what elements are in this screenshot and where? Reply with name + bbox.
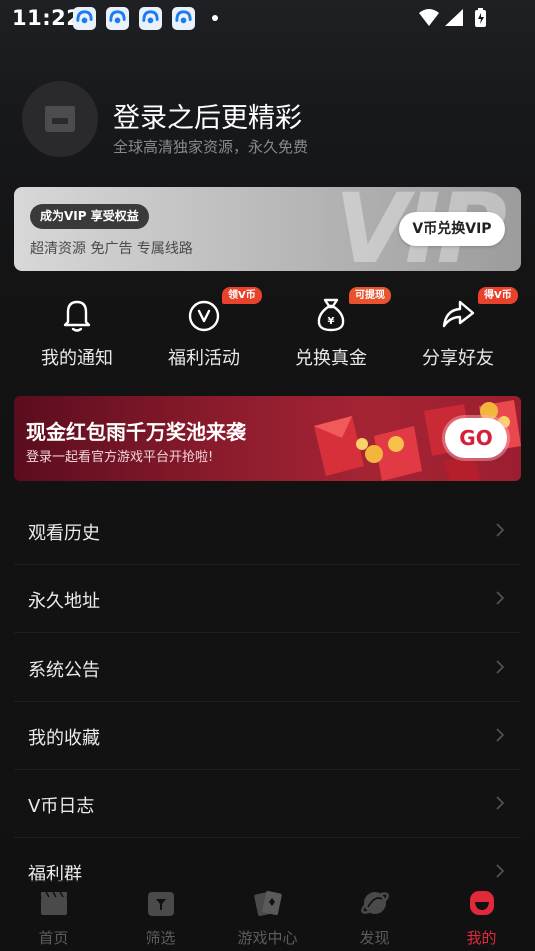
- more-notifications-dot: [212, 15, 218, 21]
- notification-app-icon: [73, 7, 96, 30]
- signal-icon: [445, 9, 463, 26]
- red-envelope-promo-banner[interactable]: 现金红包雨千万奖池来袭 登录一起看官方游戏平台开抢啦! GO: [14, 396, 521, 481]
- chevron-right-icon: [496, 864, 505, 878]
- promo-go-button[interactable]: GO: [445, 418, 507, 458]
- menu-item-label: 永久地址: [28, 591, 100, 612]
- menu-item-permanent-address[interactable]: 永久地址: [14, 565, 521, 633]
- tab-discover[interactable]: 发现: [321, 880, 428, 951]
- status-indicators: [417, 7, 497, 33]
- chevron-right-icon: [496, 728, 505, 742]
- v-coin-icon: [188, 300, 220, 332]
- chevron-right-icon: [496, 796, 505, 810]
- chevron-right-icon: [496, 591, 505, 605]
- promo-subtitle: 登录一起看官方游戏平台开抢啦!: [26, 450, 214, 465]
- menu-item-label: 我的收藏: [28, 728, 100, 749]
- tab-home[interactable]: 首页: [0, 880, 107, 951]
- reward-badge: 得V币: [478, 287, 518, 304]
- chevron-right-icon: [496, 660, 505, 674]
- tab-label: 筛选: [145, 929, 176, 947]
- battery-icon: [475, 8, 486, 27]
- quick-action-welfare[interactable]: 领V币 福利活动: [148, 287, 262, 369]
- planet-icon: [361, 892, 389, 914]
- tab-label: 发现: [359, 929, 390, 947]
- quick-action-label: 分享好友: [422, 348, 494, 369]
- quick-action-label: 兑换真金: [295, 348, 367, 369]
- money-bag-icon: ¥: [317, 298, 345, 332]
- notification-app-icon: [172, 7, 195, 30]
- status-bar: 11:22: [0, 0, 535, 36]
- cards-icon: [254, 890, 282, 917]
- notification-app-icon: [139, 7, 162, 30]
- notification-app-icon: [106, 7, 129, 30]
- menu-item-system-announcement[interactable]: 系统公告: [14, 634, 521, 702]
- filter-icon: [148, 892, 174, 916]
- bottom-tab-bar: 首页 筛选 游戏中心 发现 我的: [0, 880, 535, 951]
- vip-card[interactable]: VIP 成为VIP 享受权益 超清资源 免广告 专属线路 V币兑换VIP: [14, 187, 521, 271]
- clapperboard-icon: [41, 891, 67, 915]
- tab-game-center[interactable]: 游戏中心: [214, 880, 321, 951]
- quick-action-label: 福利活动: [168, 348, 240, 369]
- quick-action-label: 我的通知: [41, 348, 113, 369]
- menu-item-my-favorites[interactable]: 我的收藏: [14, 702, 521, 770]
- menu-item-vcoin-log[interactable]: V币日志: [14, 770, 521, 838]
- login-prompt-subtitle: 全球高清独家资源，永久免费: [113, 138, 309, 156]
- reward-badge: 领V币: [222, 287, 262, 304]
- menu-item-label: 系统公告: [28, 660, 100, 681]
- quick-action-notifications[interactable]: 我的通知: [21, 296, 133, 369]
- tab-label: 我的: [466, 929, 497, 947]
- withdrawable-badge: 可提现: [349, 287, 391, 304]
- avatar[interactable]: [22, 81, 98, 157]
- login-prompt-title[interactable]: 登录之后更精彩: [113, 96, 302, 135]
- tab-filter[interactable]: 筛选: [107, 880, 214, 951]
- quick-action-share[interactable]: 得V币 分享好友: [402, 287, 518, 369]
- status-time: 11:22: [12, 6, 82, 30]
- quick-action-exchange-cash[interactable]: ¥ 可提现 兑换真金: [275, 287, 391, 369]
- vcoin-exchange-vip-button[interactable]: V币兑换VIP: [399, 212, 505, 246]
- share-icon: [442, 300, 475, 328]
- menu-item-label: 观看历史: [28, 523, 100, 544]
- svg-text:¥: ¥: [328, 316, 335, 327]
- vip-badge: 成为VIP 享受权益: [30, 204, 149, 229]
- profile-face-icon: [470, 891, 494, 915]
- tab-label: 游戏中心: [237, 929, 298, 947]
- tab-label: 首页: [38, 929, 69, 947]
- vip-benefits-text: 超清资源 免广告 专属线路: [30, 241, 193, 257]
- promo-title: 现金红包雨千万奖池来袭: [26, 420, 246, 444]
- clapperboard-icon: [45, 106, 75, 132]
- menu-item-label: V币日志: [28, 796, 95, 817]
- bell-icon: [63, 300, 91, 332]
- chevron-right-icon: [496, 523, 505, 537]
- menu-item-watch-history[interactable]: 观看历史: [14, 497, 521, 565]
- wifi-icon: [419, 9, 439, 26]
- tab-mine[interactable]: 我的: [428, 880, 535, 951]
